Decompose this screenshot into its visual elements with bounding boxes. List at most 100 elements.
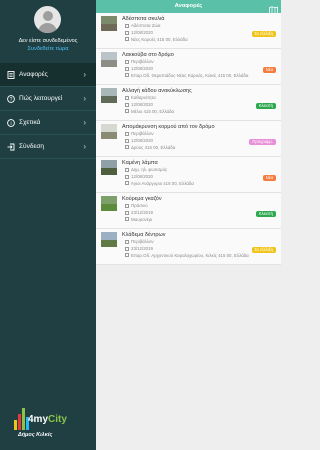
- category-icon: [125, 23, 129, 28]
- report-address: Μαυρονέρι: [125, 217, 152, 222]
- status-badge: Κλειστή: [255, 103, 276, 109]
- menu-item-reports[interactable]: Αναφορές ›: [0, 63, 96, 87]
- avatar[interactable]: [34, 6, 61, 33]
- category-icon: [125, 131, 129, 136]
- menu-item-label: Πώς λειτουργεί: [19, 95, 63, 102]
- status-badge: Προγραμμ.: [249, 139, 276, 145]
- reports-icon: [6, 70, 15, 79]
- report-date: 23/12/2019: [125, 210, 153, 215]
- status-badge: Σε εξέλιξη: [251, 31, 276, 37]
- report-title: Αδέσποτα σκυλιά: [122, 16, 165, 22]
- page-title: Αναφορές: [174, 3, 203, 9]
- report-category: Αδέσποτα Ζώα: [125, 23, 160, 28]
- menu-item-login[interactable]: Σύνδεση ›: [0, 135, 96, 159]
- svg-text:i: i: [10, 121, 11, 127]
- report-card[interactable]: Λακκούβα στο δρόμο Περιβάλλον 12/08/2020…: [96, 49, 281, 85]
- report-title: Αλλαγή κάδου ανακύκλωσης: [122, 88, 192, 94]
- app-logo: 4myCity Δήμος Κιλκίς: [12, 406, 84, 442]
- report-date: 12/08/2020: [125, 138, 153, 143]
- location-icon: [125, 181, 129, 185]
- report-photo: [101, 52, 117, 67]
- report-category: Πράσινο: [125, 203, 148, 208]
- report-category: Καθαριότητα: [125, 95, 156, 100]
- svg-text:?: ?: [9, 96, 12, 102]
- report-photo: [101, 232, 117, 247]
- location-icon: [125, 145, 129, 149]
- report-photo: [101, 88, 117, 103]
- menu-item-about[interactable]: i Σχετικά ›: [0, 111, 96, 135]
- location-icon: [125, 37, 129, 41]
- help-icon: ?: [6, 94, 15, 103]
- status-badge: Σε εξέλιξη: [251, 247, 276, 253]
- menu-item-label: Αναφορές: [19, 71, 48, 78]
- calendar-icon: [125, 30, 129, 35]
- report-photo: [101, 196, 117, 211]
- status-badge: Κλειστή: [255, 211, 276, 217]
- report-date: 12/08/2020: [125, 30, 153, 35]
- chevron-right-icon: ›: [83, 94, 86, 103]
- report-address: Νέες Καρυές 415 00, Ελλάδα: [125, 37, 188, 42]
- report-date: 12/08/2020: [125, 66, 153, 71]
- logo-municipality: Δήμος Κιλκίς: [18, 432, 53, 438]
- calendar-icon: [125, 246, 129, 251]
- category-icon: [125, 239, 129, 244]
- report-date: 12/08/2020: [125, 102, 153, 107]
- calendar-icon: [125, 66, 129, 71]
- report-photo: [101, 124, 117, 139]
- location-icon: [125, 217, 129, 221]
- report-card[interactable]: Αλλαγή κάδου ανακύκλωσης Καθαριότητα 12/…: [96, 85, 281, 121]
- category-icon: [125, 167, 129, 172]
- menu-item-label: Σύνδεση: [19, 143, 44, 150]
- menu-item-how-it-works[interactable]: ? Πώς λειτουργεί ›: [0, 87, 96, 111]
- status-badge: Νέα: [262, 67, 276, 73]
- report-address: Δρύος 415 00, Ελλάδα: [125, 145, 175, 150]
- calendar-icon: [125, 174, 129, 179]
- report-title: Κλάδεμα δέντρων: [122, 232, 166, 238]
- report-title: Καμένη λάμπα: [122, 160, 158, 166]
- report-category: Περιβάλλον: [125, 59, 154, 64]
- report-address: Επαρ.Οδ. Αρχοντικού Κεφαλοχωρίου, Κιλκίς…: [125, 253, 249, 258]
- report-title: Κούρεμα γκαζόν: [122, 196, 162, 202]
- report-category: Περιβάλλον: [125, 239, 154, 244]
- report-address: Άγιοι Ανάργυροι 415 00, Ελλάδα: [125, 181, 194, 186]
- calendar-icon: [125, 138, 129, 143]
- report-address: Μέλιο 415 00, Ελλάδα: [125, 109, 174, 114]
- report-photo: [101, 160, 117, 175]
- menu-item-label: Σχετικά: [19, 119, 41, 126]
- logo-text: 4myCity: [28, 414, 67, 425]
- location-icon: [125, 73, 129, 77]
- chevron-right-icon: ›: [83, 142, 86, 151]
- location-icon: [125, 109, 129, 113]
- info-icon: i: [6, 118, 15, 127]
- report-card[interactable]: Αδέσποτα σκυλιά Αδέσποτα Ζώα 12/08/2020 …: [96, 13, 281, 49]
- status-badge: Νέα: [262, 175, 276, 181]
- category-icon: [125, 203, 129, 208]
- login-link[interactable]: Συνδεθείτε τώρα: [0, 46, 96, 52]
- calendar-icon: [125, 210, 129, 215]
- app-header: Αναφορές: [96, 0, 281, 15]
- report-title: Απομάκρυνση κορμού από τον δρόμο: [122, 124, 215, 130]
- report-card[interactable]: Κλάδεμα δέντρων Περιβάλλον 23/12/2019 Επ…: [96, 229, 281, 265]
- report-category: Δημ. ηλ. φωτισμός: [125, 167, 167, 172]
- report-date: 23/12/2019: [125, 246, 153, 251]
- map-icon[interactable]: [269, 2, 278, 15]
- report-category: Περιβάλλον: [125, 131, 154, 136]
- report-card[interactable]: Απομάκρυνση κορμού από τον δρόμο Περιβάλ…: [96, 121, 281, 157]
- category-icon: [125, 59, 129, 64]
- chevron-right-icon: ›: [83, 118, 86, 127]
- report-address: Επαρ.Οδ. Θεμιστιάδος-Νέας Καρυάς, Κιλκίς…: [125, 73, 248, 78]
- category-icon: [125, 95, 129, 100]
- report-card[interactable]: Κούρεμα γκαζόν Πράσινο 23/12/2019 Μαυρον…: [96, 193, 281, 229]
- report-card[interactable]: Καμένη λάμπα Δημ. ηλ. φωτισμός 12/08/202…: [96, 157, 281, 193]
- calendar-icon: [125, 102, 129, 107]
- user-status-text: Δεν είστε συνδεδεμένος: [18, 38, 78, 44]
- report-photo: [101, 16, 117, 31]
- drawer-menu: Αναφορές › ? Πώς λειτουργεί › i Σχετικά …: [0, 63, 96, 159]
- report-title: Λακκούβα στο δρόμο: [122, 52, 174, 58]
- location-icon: [125, 253, 129, 257]
- report-list: Αδέσποτα σκυλιά Αδέσποτα Ζώα 12/08/2020 …: [96, 13, 281, 265]
- report-date: 12/08/2020: [125, 174, 153, 179]
- chevron-right-icon: ›: [83, 70, 86, 79]
- logo-bars: [14, 408, 29, 430]
- login-icon: [6, 142, 15, 151]
